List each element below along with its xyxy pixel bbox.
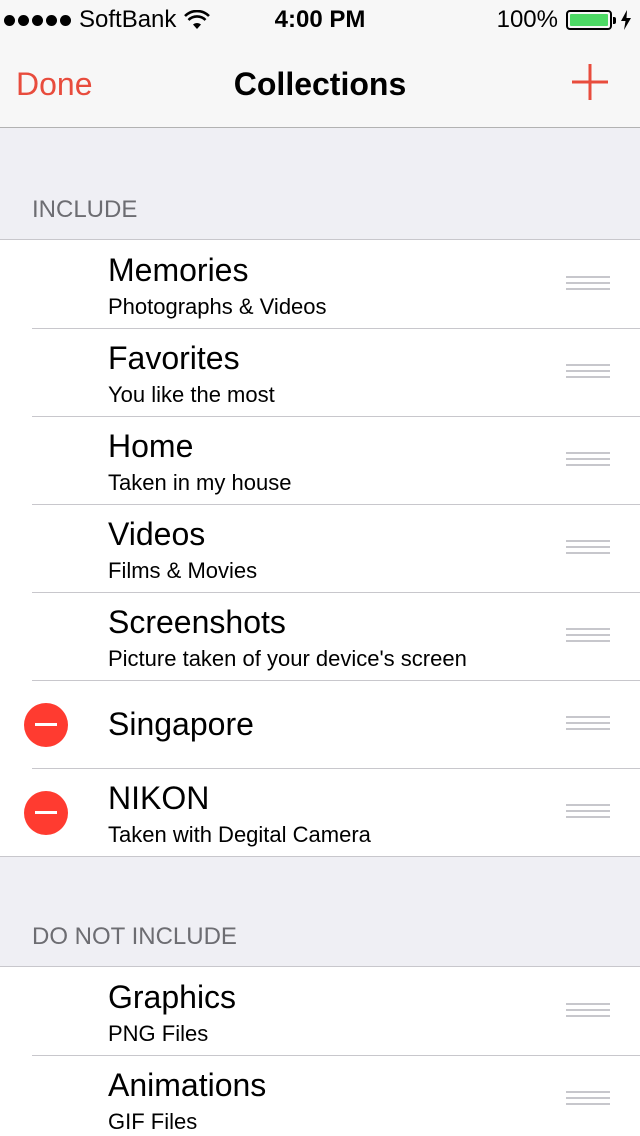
navigation-bar: Done Collections bbox=[0, 40, 640, 128]
reorder-handle-icon[interactable] bbox=[566, 364, 610, 380]
row-subtitle: Films & Movies bbox=[108, 558, 258, 583]
reorder-handle-icon[interactable] bbox=[566, 804, 610, 820]
collection-row-favorites[interactable]: Favorites You like the most bbox=[0, 328, 640, 416]
collection-row-nikon[interactable]: NIKON Taken with Degital Camera bbox=[0, 768, 640, 856]
reorder-handle-icon[interactable] bbox=[566, 1003, 610, 1019]
row-subtitle: GIF Files bbox=[108, 1109, 198, 1134]
row-subtitle: Picture taken of your device's screen bbox=[108, 646, 467, 671]
delete-minus-icon[interactable] bbox=[24, 791, 68, 835]
row-title: NIKON bbox=[108, 780, 210, 816]
row-title: Home bbox=[108, 428, 194, 464]
delete-minus-icon[interactable] bbox=[24, 703, 68, 747]
battery-icon bbox=[566, 10, 616, 30]
row-title: Videos bbox=[108, 516, 206, 552]
section-header-exclude: DO NOT INCLUDE bbox=[32, 923, 237, 950]
collection-row-graphics[interactable]: Graphics PNG Files bbox=[0, 967, 640, 1055]
plus-icon[interactable] bbox=[570, 62, 610, 102]
page-title: Collections bbox=[233, 66, 407, 102]
reorder-handle-icon[interactable] bbox=[566, 452, 610, 468]
exclude-list: Graphics PNG Files Animations GIF Files bbox=[0, 966, 640, 1136]
row-subtitle: Taken with Degital Camera bbox=[108, 822, 371, 847]
row-title: Animations bbox=[108, 1067, 267, 1103]
row-subtitle: Taken in my house bbox=[108, 470, 292, 495]
row-subtitle: You like the most bbox=[108, 382, 275, 407]
reorder-handle-icon[interactable] bbox=[566, 1091, 610, 1107]
collection-row-home[interactable]: Home Taken in my house bbox=[0, 416, 640, 504]
collection-row-memories[interactable]: Memories Photographs & Videos bbox=[0, 240, 640, 328]
collection-row-singapore[interactable]: Singapore bbox=[0, 680, 640, 768]
collection-row-animations[interactable]: Animations GIF Files bbox=[0, 1055, 640, 1136]
row-subtitle: PNG Files bbox=[108, 1021, 209, 1046]
status-right: 100% bbox=[497, 6, 632, 34]
row-title: Favorites bbox=[108, 340, 240, 376]
charging-icon bbox=[621, 10, 631, 30]
reorder-handle-icon[interactable] bbox=[566, 628, 610, 644]
collection-row-screenshots[interactable]: Screenshots Picture taken of your device… bbox=[0, 592, 640, 680]
reorder-handle-icon[interactable] bbox=[566, 276, 610, 292]
include-list: Memories Photographs & Videos Favorites … bbox=[0, 239, 640, 857]
row-title: Screenshots bbox=[108, 604, 286, 640]
row-subtitle: Photographs & Videos bbox=[108, 294, 327, 319]
row-title: Memories bbox=[108, 252, 249, 288]
section-header-include: INCLUDE bbox=[32, 196, 138, 223]
row-title: Graphics bbox=[108, 979, 237, 1015]
status-bar: SoftBank 4:00 PM 100% bbox=[0, 0, 640, 40]
reorder-handle-icon[interactable] bbox=[566, 716, 610, 732]
reorder-handle-icon[interactable] bbox=[566, 540, 610, 556]
battery-percent: 100% bbox=[496, 6, 558, 33]
collection-row-videos[interactable]: Videos Films & Movies bbox=[0, 504, 640, 592]
row-title: Singapore bbox=[108, 706, 254, 742]
